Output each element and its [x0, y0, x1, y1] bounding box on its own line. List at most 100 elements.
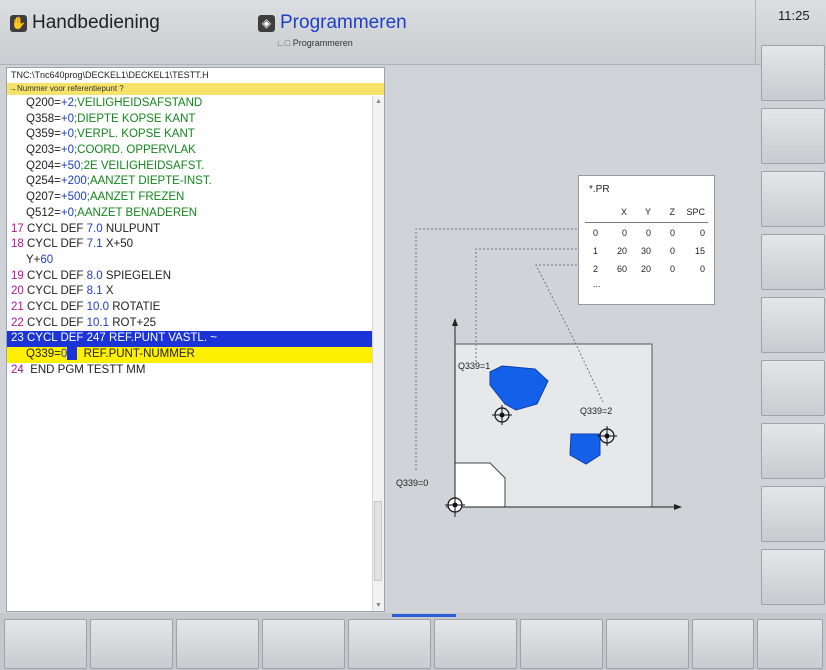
line-command: Y+ — [26, 253, 41, 266]
vertical-softkey-bar — [759, 45, 826, 610]
line-command: CYCL DEF — [27, 316, 87, 329]
vertical-softkey-3[interactable] — [761, 171, 825, 227]
editor-scrollbar[interactable]: ▲ ▼ — [372, 96, 384, 611]
line-command: Q358= — [26, 112, 61, 125]
program-line[interactable]: Q512=+0;AANZET BENADEREN — [7, 206, 373, 222]
line-comment: ;DIEPTE KOPSE KANT — [73, 112, 196, 125]
preset-cell-spc: 15 — [694, 246, 705, 256]
scroll-down-arrow-icon[interactable]: ▼ — [375, 602, 382, 609]
softkey-8[interactable] — [606, 619, 689, 669]
col-header-x: X — [620, 207, 627, 217]
line-comment: REF.PUNT-NUMMER — [77, 348, 195, 360]
softkey-4[interactable] — [262, 619, 345, 669]
softkey-3[interactable] — [176, 619, 259, 669]
preset-table-more: ... — [593, 279, 601, 289]
vertical-softkey-8[interactable] — [761, 486, 825, 542]
mode-tab-programming[interactable]: ◈ Programmeren ∟□ Programmeren — [254, 6, 434, 60]
line-command: Q339= — [26, 348, 61, 360]
vertical-softkey-4[interactable] — [761, 234, 825, 290]
preset-cell-x: 60 — [616, 264, 627, 274]
breadcrumb-label: Programmeren — [292, 38, 353, 48]
program-line[interactable]: 24 END PGM TESTT MM — [7, 363, 373, 379]
line-comment: ;COORD. OPPERVLAK — [73, 144, 196, 157]
line-comment: ;2E VEILIGHEIDSAFST. — [80, 159, 205, 172]
preset-cell-y: 30 — [640, 246, 651, 256]
softkey-switch-bar[interactable] — [757, 619, 823, 669]
line-value: +50 — [60, 159, 81, 172]
mode-tab-manual-operation[interactable]: ✋ Handbediening — [6, 6, 250, 60]
vertical-softkey-1[interactable] — [761, 45, 825, 101]
line-number: 18 — [11, 238, 24, 251]
softkey-row-indicator — [392, 614, 456, 617]
line-command: Q254= — [26, 175, 61, 188]
program-line[interactable]: Y+60 — [7, 253, 373, 269]
vertical-softkey-7[interactable] — [761, 423, 825, 479]
preset-table-row[interactable]: 2 60 20 0 0 — [579, 264, 714, 278]
softkey-6[interactable] — [434, 619, 517, 669]
mode-breadcrumb: ∟□ Programmeren — [276, 38, 353, 48]
program-line[interactable]: 20 CYCL DEF 8.1 X — [7, 284, 373, 300]
mode-bar: ✋ Handbediening ◈ Programmeren ∟□ Progra… — [0, 0, 755, 65]
y-axis-arrow — [452, 318, 458, 326]
program-line[interactable]: Q203=+0;COORD. OPPERVLAK — [7, 143, 373, 159]
program-line[interactable]: Q204=+50;2E VEILIGHEIDSAFST. — [7, 159, 373, 175]
line-value: 10.1 — [86, 316, 110, 329]
softkey-1[interactable] — [4, 619, 87, 669]
program-line[interactable]: 23 CYCL DEF 247 REF.PUNT VASTL. ~ — [7, 331, 373, 347]
program-line[interactable]: 17 CYCL DEF 7.0 NULPUNT — [7, 222, 373, 238]
program-line[interactable]: Q358=+0;DIEPTE KOPSE KANT — [7, 112, 373, 128]
program-line[interactable]: Q254=+200;AANZET DIEPTE-INST. — [7, 174, 373, 190]
col-header-spc: SPC — [686, 207, 705, 217]
program-line[interactable]: Q339=0 REF.PUNT-NUMMER — [7, 347, 373, 363]
softkey-5[interactable] — [348, 619, 431, 669]
program-line[interactable]: 21 CYCL DEF 10.0 ROTATIE — [7, 300, 373, 316]
mode-label-manual: Handbediening — [32, 12, 160, 33]
line-number: 17 — [11, 222, 24, 235]
preset-table: *.PR X Y Z SPC 0 0 0 0 0 1 20 30 0 15 2 60 20 0 0 ... — [578, 175, 715, 305]
vertical-softkey-5[interactable] — [761, 297, 825, 353]
horizontal-softkey-bar — [0, 613, 826, 670]
line-command: CYCL DEF — [27, 285, 87, 298]
preset-table-row[interactable]: 1 20 30 0 15 — [579, 246, 714, 260]
program-line[interactable]: Q359=+0;VERPL. KOPSE KANT — [7, 127, 373, 143]
line-value: +0 — [60, 206, 74, 219]
preset-cell-y: 20 — [640, 264, 651, 274]
mode-label-programming: Programmeren — [280, 12, 407, 33]
line-comment: NULPUNT — [102, 222, 161, 235]
program-lines: Q200=+2;VEILIGHEIDSAFSTAND Q358=+0;DIEPTE… — [7, 96, 373, 378]
softkey-7[interactable] — [520, 619, 603, 669]
line-value: +500 — [60, 191, 87, 204]
scrollbar-thumb[interactable] — [374, 501, 382, 581]
program-line[interactable]: 18 CYCL DEF 7.1 X+50 — [7, 237, 373, 253]
preset-table-title: *.PR — [589, 184, 610, 195]
x-axis-arrow — [674, 504, 682, 510]
line-number: 22 — [11, 316, 24, 329]
line-value: +0 — [60, 144, 74, 157]
preset-cell-x: 20 — [616, 246, 627, 256]
preset-diagram — [415, 228, 682, 517]
label-q339-2: Q339=2 — [580, 406, 613, 416]
vertical-softkey-6[interactable] — [761, 360, 825, 416]
line-value: 7.0 — [86, 222, 103, 235]
line-comment: ;AANZET BENADEREN — [73, 206, 198, 219]
program-editor[interactable]: TNC:\Tnc640prog\DECKEL1\DECKEL1\TESTT.H … — [6, 67, 385, 612]
line-comment: ROT+25 — [109, 316, 157, 329]
program-line[interactable]: Q207=+500;AANZET FREZEN — [7, 190, 373, 206]
program-line[interactable]: 22 CYCL DEF 10.1 ROT+25 — [7, 316, 373, 332]
program-line[interactable]: Q200=+2;VEILIGHEIDSAFSTAND — [7, 96, 373, 112]
line-command: CYCL DEF — [27, 222, 87, 235]
hand-icon: ✋ — [10, 15, 27, 32]
vertical-softkey-2[interactable] — [761, 108, 825, 164]
label-q339-1: Q339=1 — [458, 361, 491, 371]
preset-table-row[interactable]: 0 0 0 0 0 — [579, 228, 714, 242]
preset-cell-spc: 0 — [699, 228, 705, 238]
softkey-9[interactable] — [692, 619, 754, 669]
program-path: TNC:\Tnc640prog\DECKEL1\DECKEL1\TESTT.H — [7, 68, 384, 83]
vertical-softkey-9[interactable] — [761, 549, 825, 605]
program-line[interactable]: 19 CYCL DEF 8.0 SPIEGELEN — [7, 269, 373, 285]
line-command: Q203= — [26, 144, 61, 157]
line-command: CYCL DEF 247 REF.PUNT VASTL. ~ — [27, 332, 217, 345]
softkey-2[interactable] — [90, 619, 173, 669]
scroll-up-arrow-icon[interactable]: ▲ — [375, 98, 382, 105]
preset-cell-id: 2 — [593, 264, 599, 274]
